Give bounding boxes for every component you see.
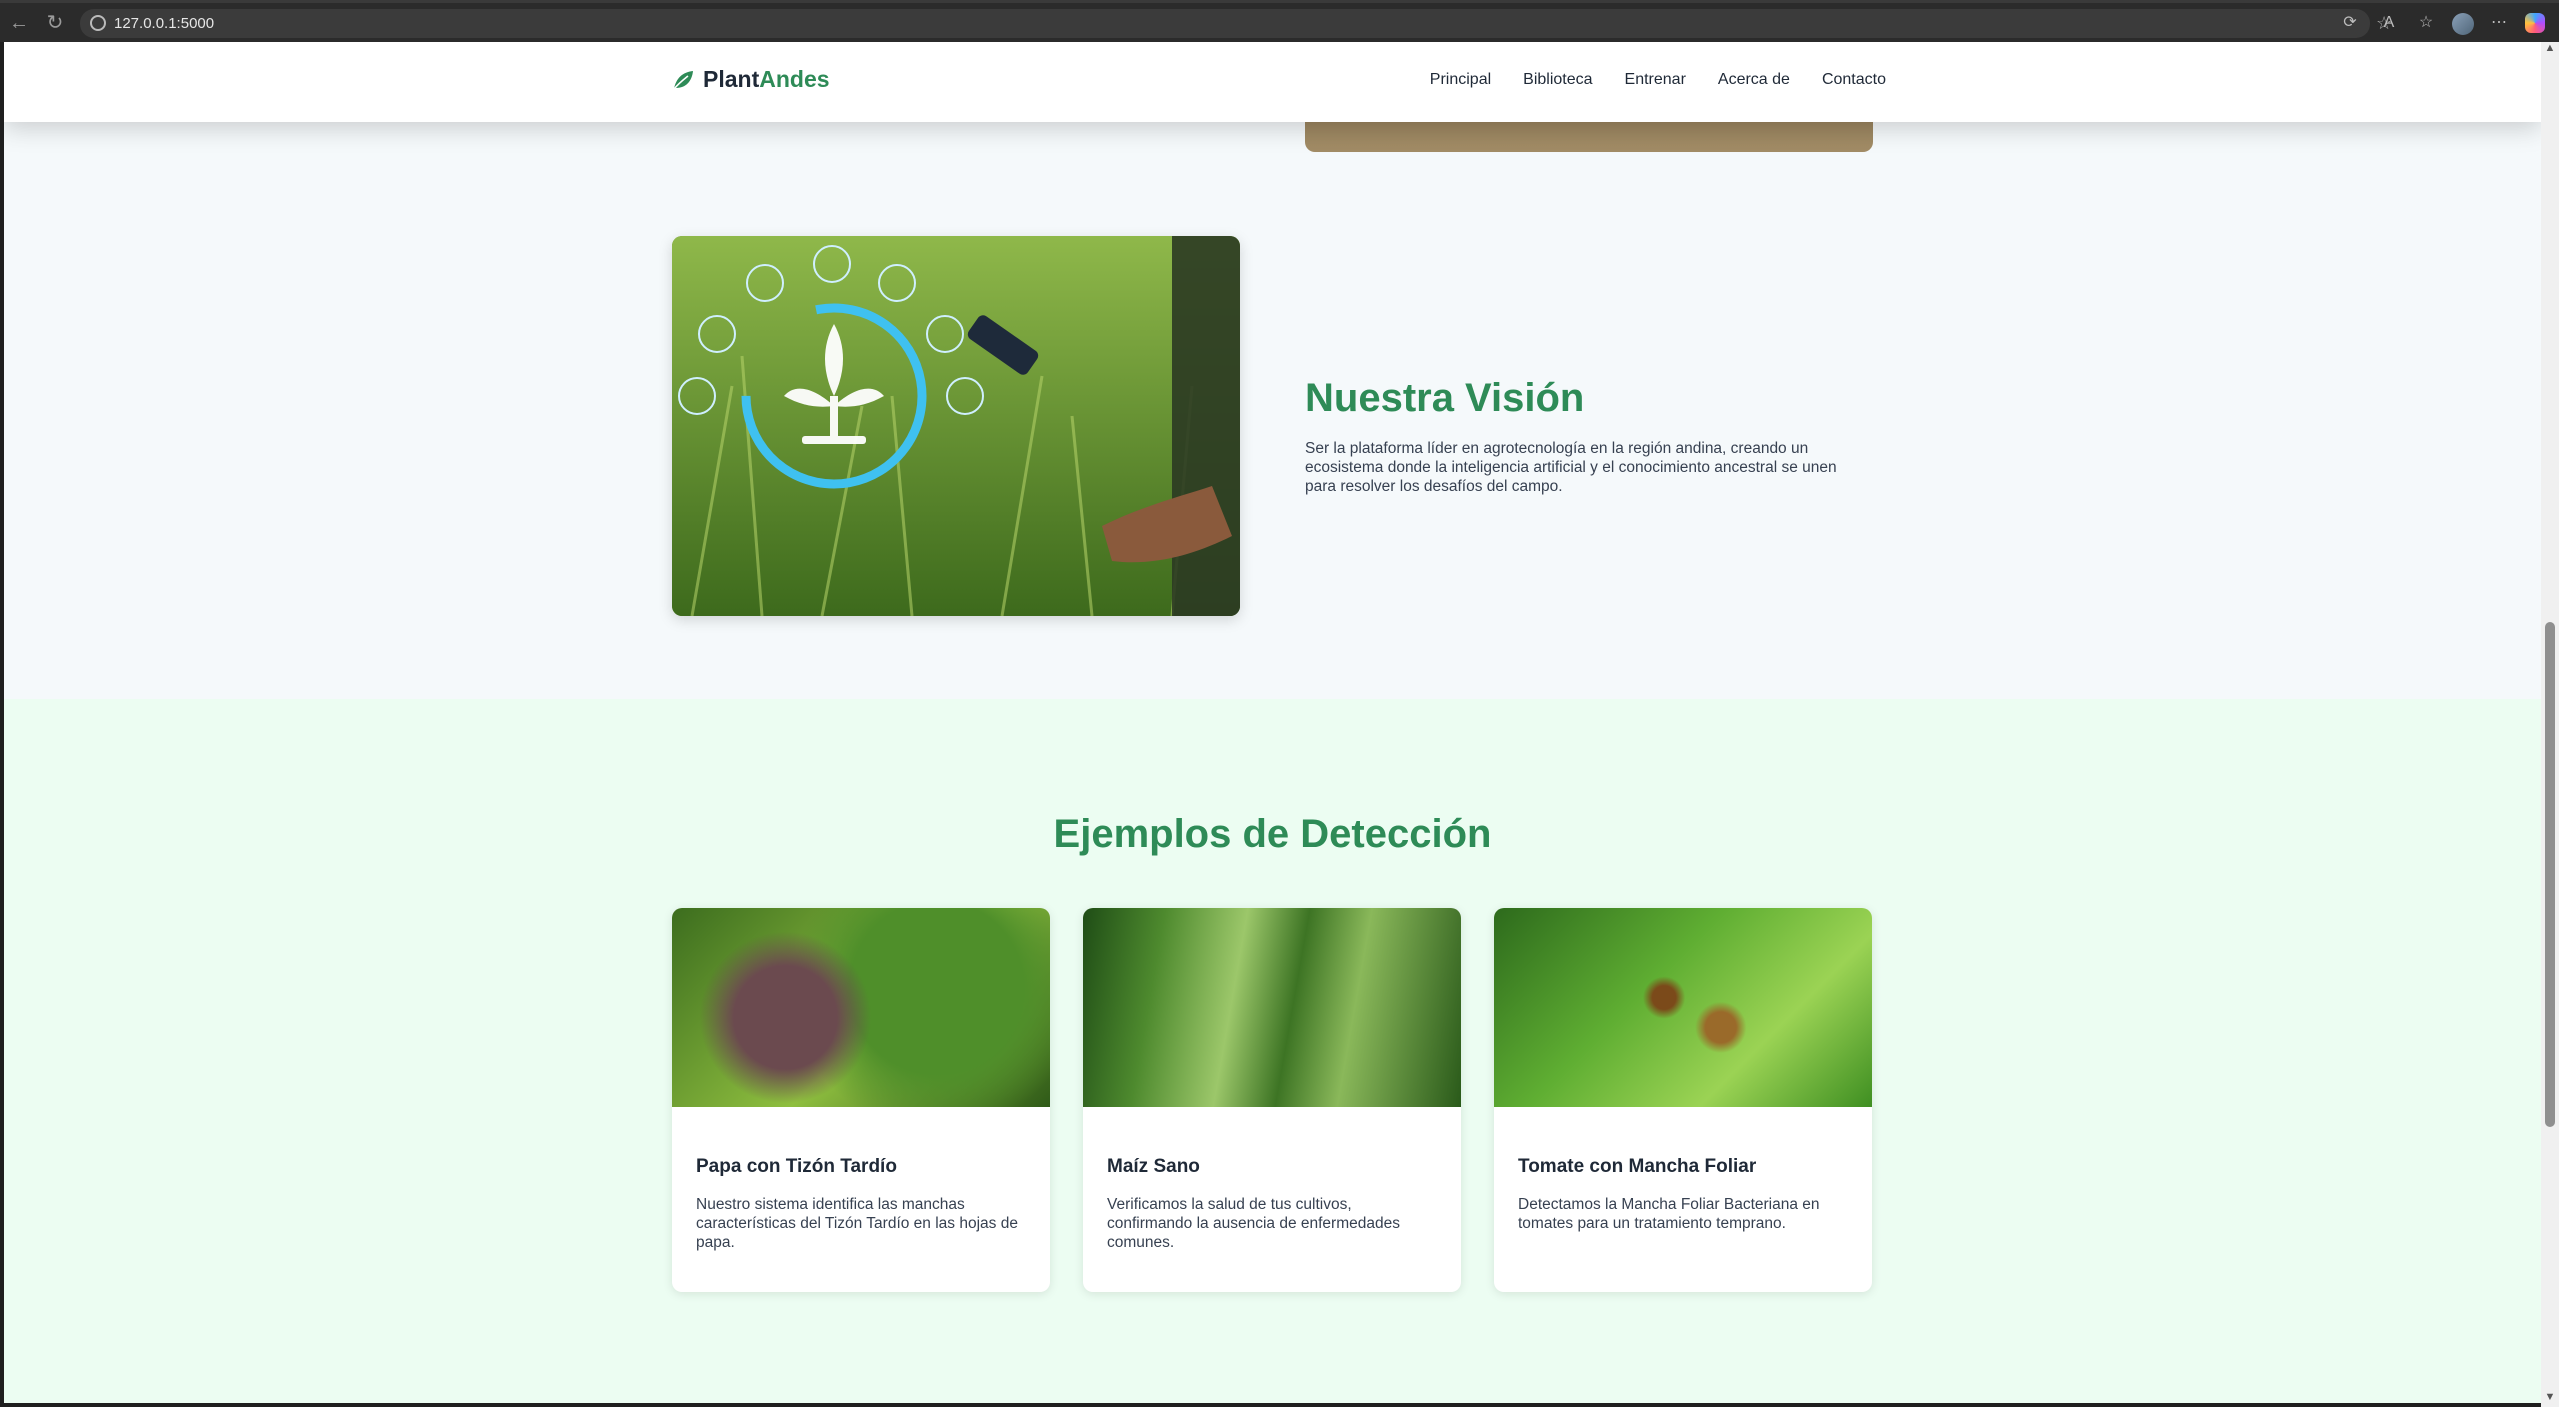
card-title: Tomate con Mancha Foliar — [1518, 1156, 1757, 1177]
refresh-extension-icon[interactable]: ⟳ — [2340, 13, 2360, 33]
card-title: Maíz Sano — [1107, 1156, 1200, 1177]
logo-text: Plant — [703, 66, 760, 92]
scrollbar-thumb[interactable] — [2545, 622, 2555, 1127]
examples-title: Ejemplos de Detección — [1053, 812, 1492, 856]
scroll-up-icon[interactable]: ▲ — [2543, 42, 2557, 56]
nav-link-entrenar[interactable]: Entrenar — [1625, 71, 1686, 89]
tomato-leaf-spot-image — [1494, 908, 1872, 1107]
scroll-down-icon[interactable]: ▼ — [2543, 1391, 2557, 1405]
potato-blight-image — [672, 908, 1050, 1107]
site-logo[interactable]: Plant Andes — [671, 66, 830, 93]
card-text: Detectamos la Mancha Foliar Bacteriana e… — [1518, 1196, 1820, 1232]
nav-links: Principal Biblioteca Entrenar Acerca de … — [1430, 71, 1886, 89]
card-title: Papa con Tizón Tardío — [696, 1156, 897, 1177]
vision-title: Nuestra Visión — [1305, 376, 1585, 420]
vision-text: Ser la plataforma líder en agrotecnologí… — [1305, 440, 1837, 495]
card-text: Verificamos la salud de tus cultivos, co… — [1107, 1196, 1400, 1251]
nav-link-principal[interactable]: Principal — [1430, 71, 1491, 89]
card-text: Nuestro sistema identifica las manchas c… — [696, 1196, 1018, 1251]
example-card-maiz[interactable]: Maíz Sano Verificamos la salud de tus cu… — [1083, 908, 1461, 1292]
page-viewport: Plant Andes Principal Biblioteca Entrenar… — [4, 42, 2541, 1403]
site-info-icon[interactable] — [90, 15, 106, 31]
nav-link-biblioteca[interactable]: Biblioteca — [1523, 71, 1592, 89]
address-bar[interactable]: 127.0.0.1:5000 ☆ — [80, 9, 2392, 38]
example-card-tomate[interactable]: Tomate con Mancha Foliar Detectamos la M… — [1494, 908, 1872, 1292]
logo-accent-text: Andes — [759, 66, 830, 92]
back-icon[interactable]: ← — [8, 12, 30, 34]
healthy-corn-image — [1083, 908, 1461, 1107]
leaf-icon — [673, 70, 693, 90]
nav-link-contacto[interactable]: Contacto — [1822, 71, 1886, 89]
reload-icon[interactable]: ↻ — [44, 12, 66, 34]
favorites-icon[interactable]: ☆ — [2416, 13, 2436, 33]
read-aloud-icon[interactable]: A — [2379, 13, 2399, 33]
agritech-illustration — [672, 236, 1240, 616]
more-menu-icon[interactable]: ⋯ — [2489, 13, 2509, 33]
profile-avatar[interactable] — [2452, 13, 2474, 35]
vision-image — [672, 236, 1240, 616]
copilot-icon[interactable] — [2525, 13, 2545, 33]
nav-link-acerca-de[interactable]: Acerca de — [1718, 71, 1790, 89]
example-card-papa[interactable]: Papa con Tizón Tardío Nuestro sistema id… — [672, 908, 1050, 1292]
url-text[interactable]: 127.0.0.1:5000 — [114, 15, 214, 32]
site-navbar: Plant Andes Principal Biblioteca Entrenar… — [4, 42, 2541, 122]
browser-toolbar: ← ↻ 127.0.0.1:5000 ☆ ⟳ A ☆ ⋯ — [0, 3, 2559, 42]
